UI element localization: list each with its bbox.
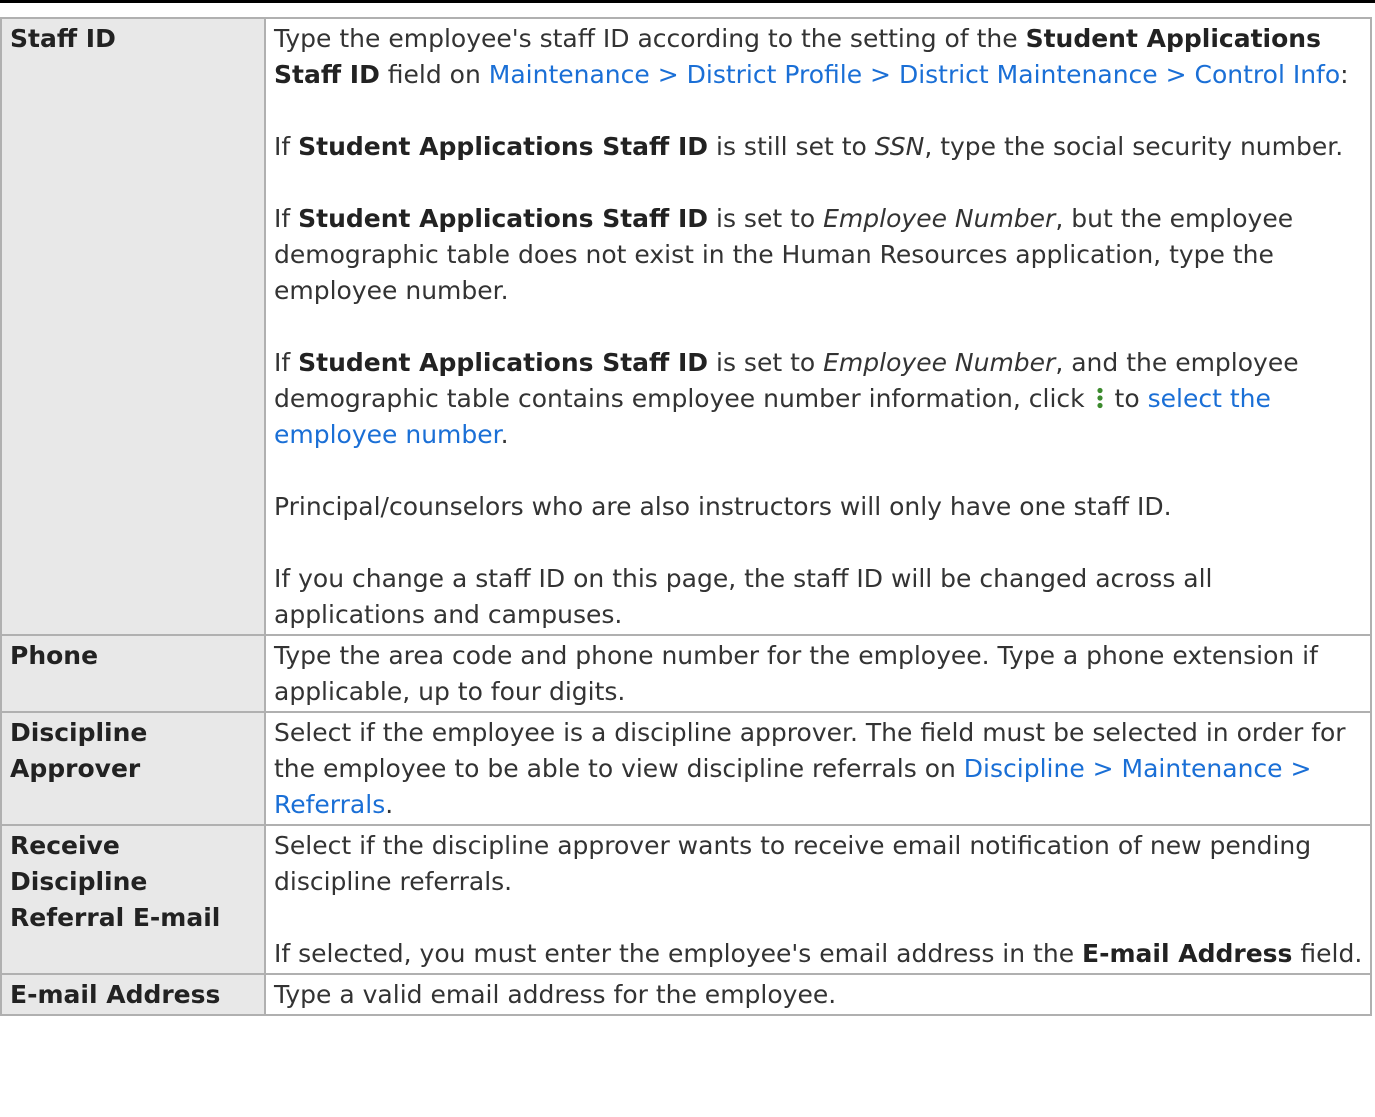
- paragraph: Principal/counselors who are also instru…: [274, 492, 1172, 521]
- text: field on: [379, 60, 489, 89]
- text: :: [1340, 60, 1349, 89]
- text: , type the social security number.: [924, 132, 1344, 161]
- field-description-email-address: Type a valid email address for the emplo…: [264, 973, 1372, 1016]
- paragraph: If selected, you must enter the employee…: [274, 936, 1365, 972]
- text: to: [1106, 384, 1148, 413]
- bold-field-name: Student Applications Staff ID: [298, 132, 709, 161]
- bold-field-name: Student Applications Staff ID: [298, 204, 709, 233]
- text: If: [274, 204, 299, 233]
- top-rule: [0, 0, 1375, 3]
- field-description-staff-id: Type the employee's staff ID according t…: [264, 17, 1372, 636]
- italic-value: Employee Number: [823, 204, 1056, 233]
- vertical-ellipsis-icon[interactable]: [1096, 387, 1104, 409]
- table-row: Phone Type the area code and phone numbe…: [0, 634, 1372, 713]
- paragraph: If Student Applications Staff ID is set …: [274, 201, 1365, 309]
- italic-value: SSN: [874, 132, 925, 161]
- paragraph: Type a valid email address for the emplo…: [274, 980, 837, 1009]
- field-label-receive-discipline-referral-email: Receive Discipline Referral E-mail: [0, 824, 266, 975]
- control-info-link[interactable]: Maintenance > District Profile > Distric…: [489, 60, 1340, 89]
- bold-field-name: Student Applications Staff ID: [298, 348, 709, 377]
- paragraph: If you change a staff ID on this page, t…: [274, 564, 1213, 629]
- italic-value: Employee Number: [823, 348, 1056, 377]
- field-label-staff-id: Staff ID: [0, 17, 266, 636]
- paragraph: Select if the discipline approver wants …: [274, 831, 1312, 896]
- field-label-email-address: E-mail Address: [0, 973, 266, 1016]
- paragraph: Select if the employee is a discipline a…: [274, 715, 1365, 823]
- paragraph: Type the area code and phone number for …: [274, 641, 1318, 706]
- paragraph: Type the employee's staff ID according t…: [274, 21, 1365, 93]
- text: .: [500, 420, 509, 449]
- field-description-receive-discipline-referral-email: Select if the discipline approver wants …: [264, 824, 1372, 975]
- text: field.: [1292, 939, 1363, 968]
- field-description-discipline-approver: Select if the employee is a discipline a…: [264, 711, 1372, 826]
- paragraph: If Student Applications Staff ID is set …: [274, 345, 1365, 453]
- text: Type the employee's staff ID according t…: [274, 24, 1026, 53]
- table-row: Staff ID Type the employee's staff ID ac…: [0, 17, 1372, 636]
- text: is still set to: [708, 132, 875, 161]
- text: is set to: [708, 204, 824, 233]
- text: is set to: [708, 348, 824, 377]
- field-label-phone: Phone: [0, 634, 266, 713]
- field-label-discipline-approver: Discipline Approver: [0, 711, 266, 826]
- text: If: [274, 132, 299, 161]
- text: .: [385, 790, 394, 819]
- field-description-phone: Type the area code and phone number for …: [264, 634, 1372, 713]
- field-description-table: Staff ID Type the employee's staff ID ac…: [0, 17, 1372, 1016]
- table-row: Receive Discipline Referral E-mail Selec…: [0, 824, 1372, 975]
- table-row: E-mail Address Type a valid email addres…: [0, 973, 1372, 1016]
- paragraph: If Student Applications Staff ID is stil…: [274, 129, 1365, 165]
- table-row: Discipline Approver Select if the employ…: [0, 711, 1372, 826]
- bold-field-name: E-mail Address: [1082, 939, 1293, 968]
- text: If selected, you must enter the employee…: [274, 939, 1083, 968]
- text: If: [274, 348, 299, 377]
